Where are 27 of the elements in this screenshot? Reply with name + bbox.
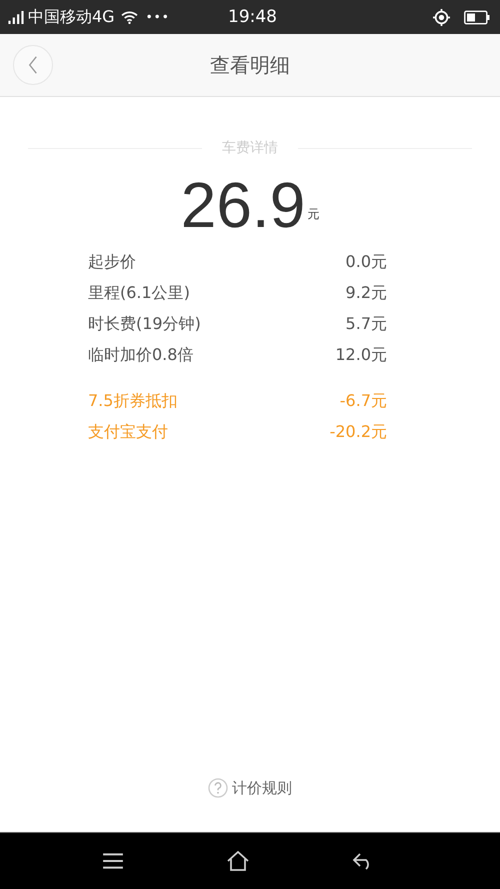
fee-label: 里程(6.1公里) [88, 283, 190, 304]
clock: 19:48 [228, 7, 277, 27]
fee-label: 支付宝支付 [88, 422, 168, 443]
fee-label: 临时加价0.8倍 [88, 345, 194, 366]
fee-amount: 0.0元 [346, 252, 387, 273]
currency-unit: 元 [307, 206, 320, 223]
back-chevron-icon [28, 56, 38, 74]
help-icon [208, 778, 228, 798]
fee-amount: -20.2元 [330, 422, 387, 443]
menu-icon [102, 851, 124, 871]
fee-label: 7.5折券抵扣 [88, 391, 178, 412]
fee-label: 起步价 [88, 252, 136, 273]
pricing-rules-link[interactable]: 计价规则 [208, 778, 292, 798]
total-amount: 26.9 [180, 173, 306, 237]
fee-amount: 5.7元 [346, 314, 387, 335]
home-icon [227, 851, 249, 871]
battery-icon [464, 10, 490, 24]
fee-amount: -6.7元 [340, 391, 387, 412]
more-dots: ••• [146, 10, 170, 24]
wifi-icon [120, 10, 138, 24]
carrier-name: 中国移动4G [28, 6, 115, 28]
fee-amount: 9.2元 [346, 283, 387, 304]
signal-icon [8, 10, 24, 24]
fee-amount: 12.0元 [335, 345, 387, 366]
page-title: 查看明细 [209, 52, 291, 78]
location-icon [433, 8, 450, 26]
fee-label: 时长费(19分钟) [88, 314, 201, 335]
